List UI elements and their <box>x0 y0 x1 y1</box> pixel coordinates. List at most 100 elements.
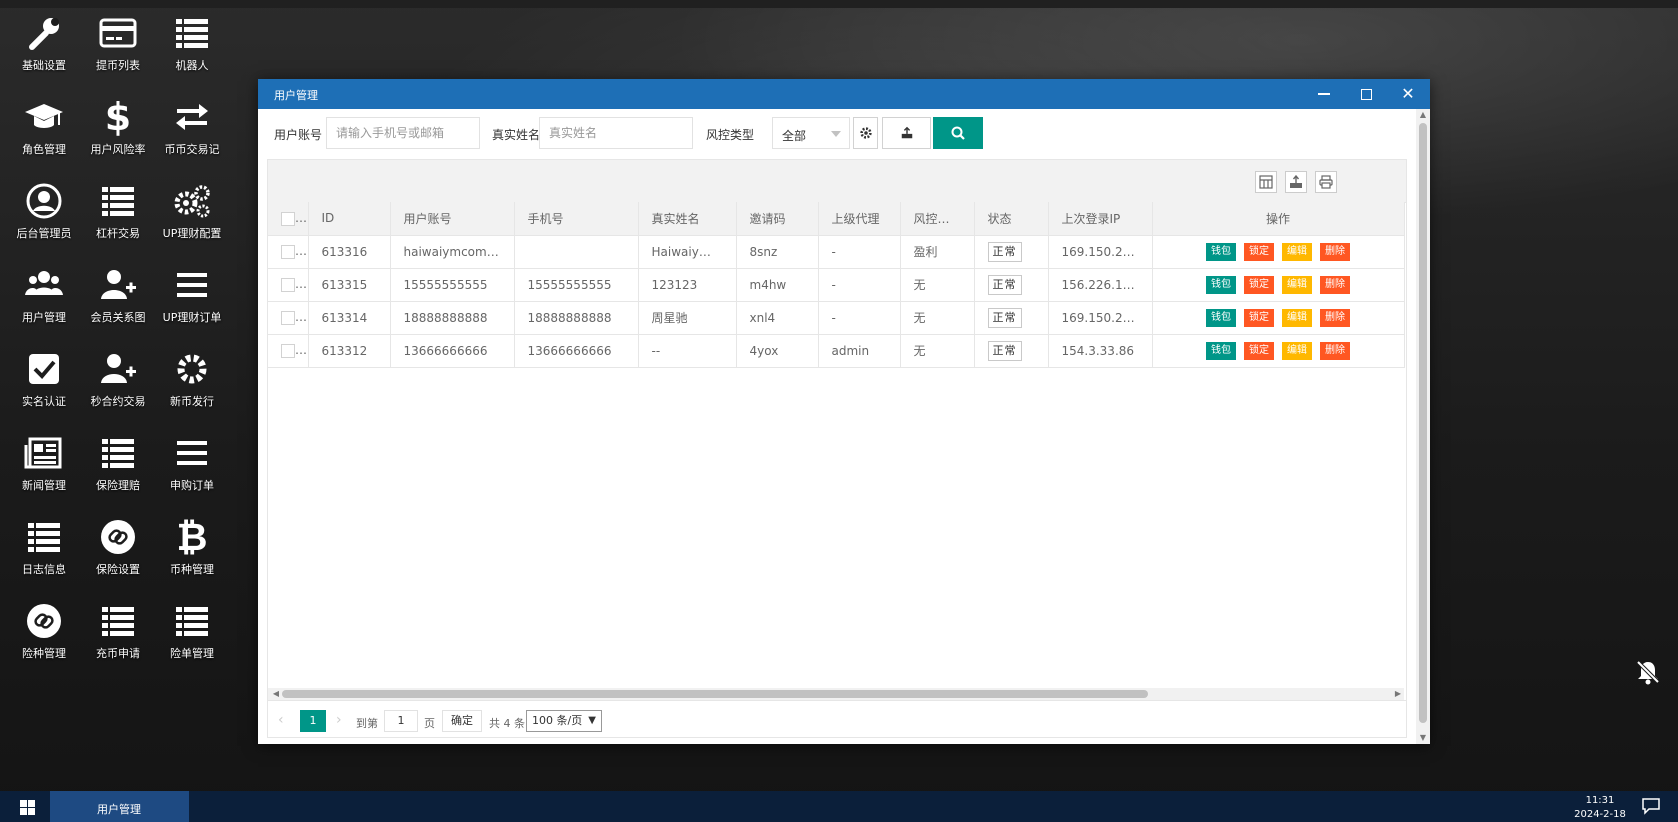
windows-start-icon[interactable] <box>20 800 35 815</box>
scroll-right-icon[interactable]: ▶ <box>1392 688 1404 700</box>
system-clock[interactable]: 11:31 2024-2-18 <box>1560 794 1640 822</box>
edit-button[interactable]: 编辑 <box>1282 341 1312 360</box>
cell-ip: 169.150.222.76 <box>1048 235 1153 269</box>
col-last-ip[interactable]: 上次登录IP <box>1048 202 1153 236</box>
lock-button[interactable]: 锁定 <box>1244 341 1274 360</box>
vertical-scroll-thumb[interactable] <box>1419 123 1427 723</box>
desktop-icon-10[interactable]: 会员关系图 <box>76 257 160 337</box>
maximize-icon <box>1360 88 1372 100</box>
search-button[interactable] <box>933 117 983 149</box>
delete-button[interactable]: 删除 <box>1320 242 1350 261</box>
desktop-icon-15[interactable]: 新闻管理 <box>2 425 86 505</box>
taskbar-app-user-management[interactable]: 用户管理 <box>50 791 189 822</box>
next-page-icon[interactable]: › <box>336 712 342 728</box>
desktop-icon-label: 保险设置 <box>96 563 140 576</box>
delete-button[interactable]: 删除 <box>1320 308 1350 327</box>
export-button[interactable] <box>882 117 931 149</box>
col-account[interactable]: 用户账号 <box>390 202 515 236</box>
col-phone[interactable]: 手机号 <box>514 202 639 236</box>
scroll-down-icon[interactable]: ▼ <box>1416 732 1430 744</box>
desktop-icon-0[interactable]: 基础设置 <box>2 5 86 85</box>
delete-button[interactable]: 删除 <box>1320 341 1350 360</box>
table-row[interactable]: 613315 15555555555 15555555555 123123 m4hw - 无… <box>268 268 1405 302</box>
edit-button[interactable]: 编辑 <box>1282 242 1312 261</box>
desktop-icon-17[interactable]: 申购订单 <box>150 425 234 505</box>
taskbar-app-label: 用户管理 <box>97 803 141 816</box>
minimize-button[interactable] <box>1304 79 1344 109</box>
bell-muted-icon[interactable] <box>1634 658 1662 686</box>
prev-page-icon[interactable]: ‹ <box>278 712 284 728</box>
wallet-button[interactable]: 钱包 <box>1206 242 1236 261</box>
col-id[interactable]: ID <box>308 202 391 236</box>
col-realname[interactable]: 真实姓名 <box>638 202 737 236</box>
desktop-icon-14[interactable]: 新币发行 <box>150 341 234 421</box>
row-checkbox[interactable] <box>281 244 295 259</box>
realname-search-input[interactable] <box>539 117 693 149</box>
wrench-icon <box>24 13 64 53</box>
col-agent[interactable]: 上级代理 <box>818 202 901 236</box>
wallet-button[interactable]: 钱包 <box>1206 341 1236 360</box>
desktop-icon-13[interactable]: 秒合约交易 <box>76 341 160 421</box>
goto-page-input[interactable]: 1 <box>384 710 418 732</box>
cell-phone <box>514 235 639 269</box>
table-row[interactable]: 613312 13666666666 13666666666 -- 4yox admin 无… <box>268 334 1405 368</box>
notification-icon[interactable] <box>1640 796 1662 816</box>
lock-button[interactable]: 锁定 <box>1244 275 1274 294</box>
horizontal-scrollbar[interactable]: ◀ ▶ <box>268 688 1404 700</box>
lock-button[interactable]: 锁定 <box>1244 308 1274 327</box>
table-export-button[interactable] <box>1285 171 1307 193</box>
risk-type-select[interactable]: 全部 <box>772 117 850 149</box>
close-button[interactable]: ✕ <box>1388 79 1428 109</box>
vertical-scrollbar[interactable]: ▲ ▼ <box>1416 109 1430 744</box>
desktop-icon-12[interactable]: 实名认证 <box>2 341 86 421</box>
lock-button[interactable]: 锁定 <box>1244 242 1274 261</box>
table-row[interactable]: 613314 18888888888 18888888888 周星驰 xnl4- 无正常 1… <box>268 301 1405 335</box>
desktop-icon-22[interactable]: 充币申请 <box>76 593 160 673</box>
desktop-icon-9[interactable]: 用户管理 <box>2 257 86 337</box>
desktop-icon-7[interactable]: 杠杆交易 <box>76 173 160 253</box>
settings-button[interactable] <box>853 117 878 149</box>
maximize-button[interactable] <box>1346 79 1386 109</box>
desktop-icon-2[interactable]: 机器人 <box>150 5 234 85</box>
wallet-button[interactable]: 钱包 <box>1206 308 1236 327</box>
scroll-up-icon[interactable]: ▲ <box>1416 109 1430 121</box>
row-checkbox[interactable] <box>281 277 295 292</box>
desktop-icon-3[interactable]: 角色管理 <box>2 89 86 169</box>
column-filter-button[interactable] <box>1255 171 1277 193</box>
table-row[interactable]: 613316 haiwaiymcom@... Haiwaiymcom 8snz - 盈利正… <box>268 235 1405 269</box>
account-search-input[interactable] <box>326 117 480 149</box>
edit-button[interactable]: 编辑 <box>1282 308 1312 327</box>
row-checkbox[interactable] <box>281 343 295 358</box>
print-button[interactable] <box>1315 171 1337 193</box>
desktop-icon-19[interactable]: 保险设置 <box>76 509 160 589</box>
desktop-icon-11[interactable]: UP理财订单 <box>150 257 234 337</box>
desktop-icon-21[interactable]: 险种管理 <box>2 593 86 673</box>
col-status[interactable]: 状态 <box>974 202 1049 236</box>
current-page-button[interactable]: 1 <box>300 710 326 732</box>
desktop-icon-label: 币币交易记 <box>164 143 220 156</box>
horizontal-scroll-thumb[interactable] <box>282 690 1148 698</box>
desktop-icon-4[interactable]: $ 用户风险率 <box>76 89 160 169</box>
page-size-select[interactable]: 100 条/页 ▼ <box>526 710 602 732</box>
table-body: 613316 haiwaiymcom@... Haiwaiymcom 8snz - 盈利正… <box>268 235 1405 368</box>
row-checkbox[interactable] <box>281 310 295 325</box>
window-titlebar[interactable]: 用户管理 ✕ <box>258 79 1430 109</box>
desktop-icon-16[interactable]: 保险理赔 <box>76 425 160 505</box>
desktop-icon-20[interactable]: ₿ 币种管理 <box>150 509 234 589</box>
desktop-icon-1[interactable]: 提币列表 <box>76 5 160 85</box>
col-risk-type[interactable]: 风控类型 <box>900 202 975 236</box>
select-all-checkbox[interactable] <box>281 211 295 226</box>
cell-risk: 盈利 <box>900 235 975 269</box>
scroll-left-icon[interactable]: ◀ <box>270 688 282 700</box>
wallet-button[interactable]: 钱包 <box>1206 275 1236 294</box>
desktop-icon-23[interactable]: 险单管理 <box>150 593 234 673</box>
desktop-icon-8[interactable]: UP理财配置 <box>150 173 234 253</box>
desktop-icon-5[interactable]: 币币交易记 <box>150 89 234 169</box>
desktop-icon-6[interactable]: 后台管理员 <box>2 173 86 253</box>
col-invite-code[interactable]: 邀请码 <box>736 202 819 236</box>
desktop-icon-label: 基础设置 <box>22 59 66 72</box>
delete-button[interactable]: 删除 <box>1320 275 1350 294</box>
goto-confirm-button[interactable]: 确定 <box>442 710 482 732</box>
desktop-icon-18[interactable]: 日志信息 <box>2 509 86 589</box>
edit-button[interactable]: 编辑 <box>1282 275 1312 294</box>
